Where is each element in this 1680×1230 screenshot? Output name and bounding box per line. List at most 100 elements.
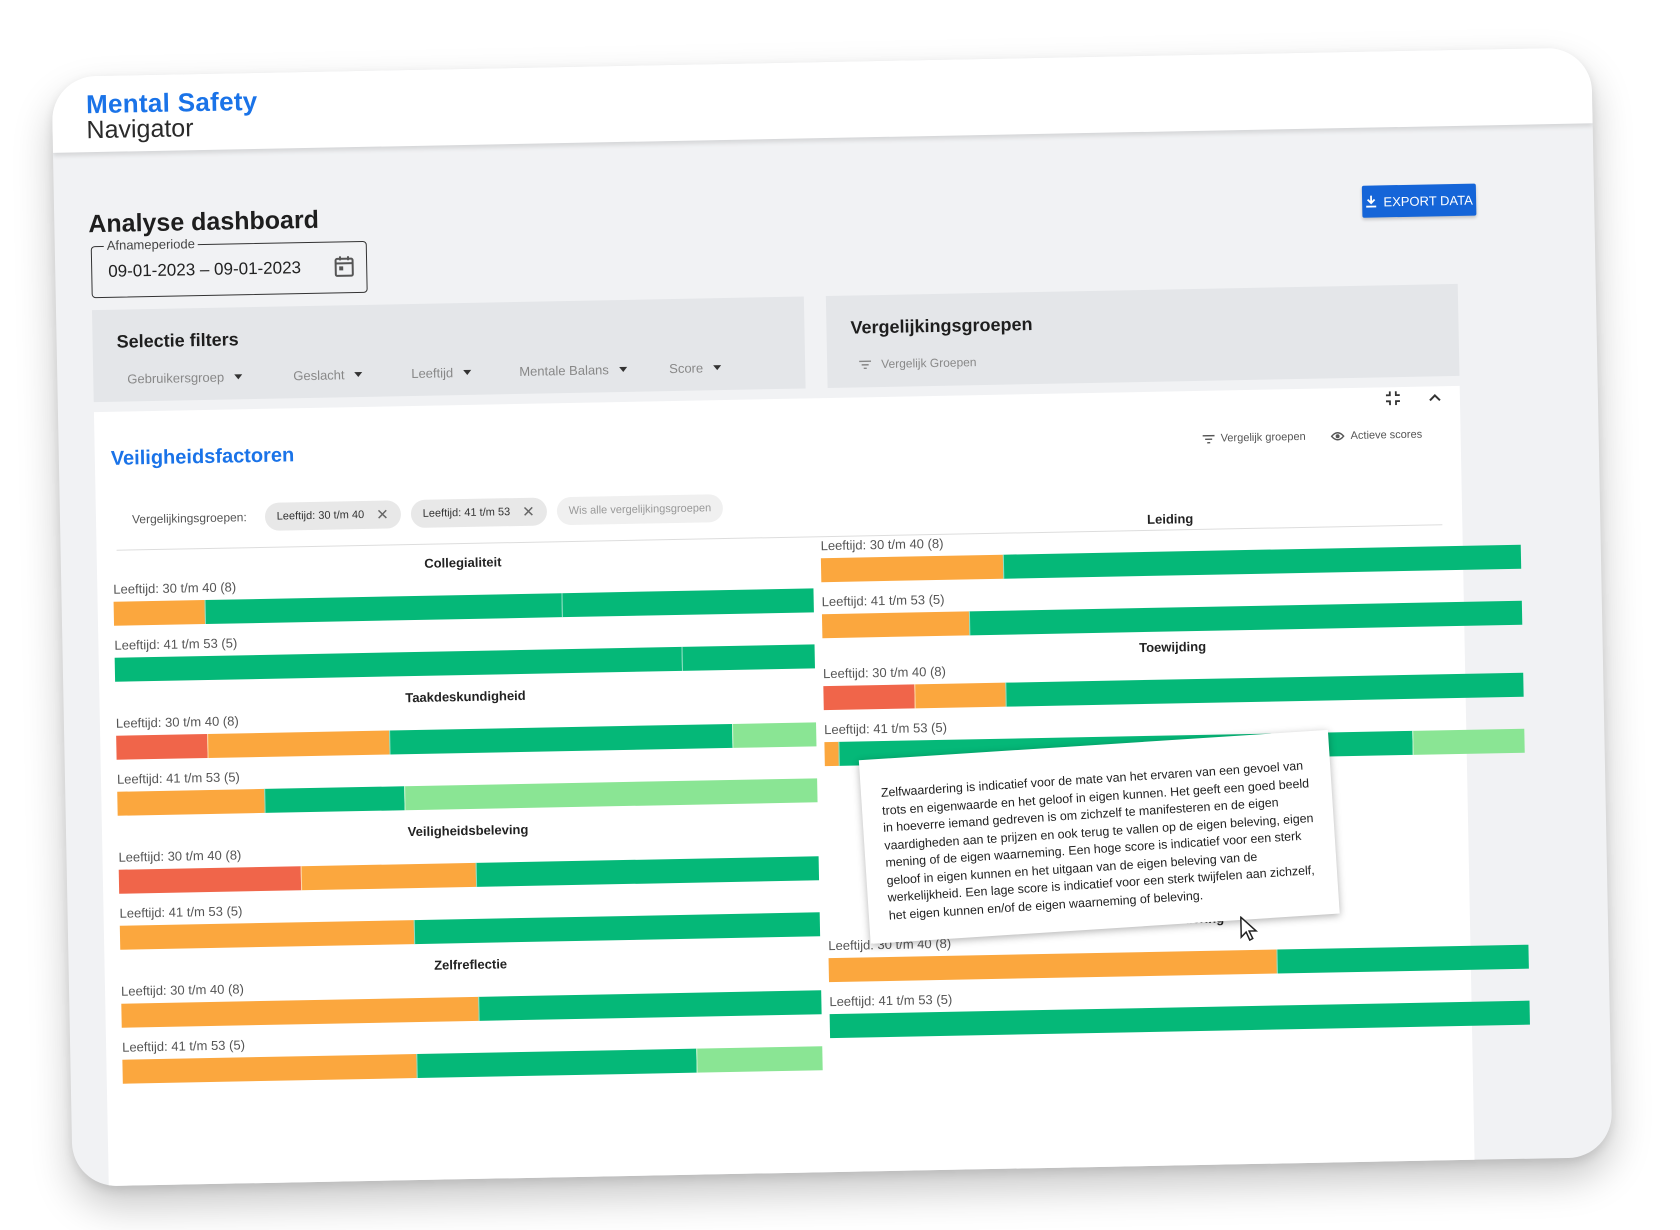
export-data-label: EXPORT DATA xyxy=(1383,192,1473,209)
clear-comparison-groups[interactable]: Wis alle vergelijkingsgroepen xyxy=(556,494,724,526)
bar-segment-red[interactable] xyxy=(116,734,208,760)
export-data-button[interactable]: EXPORT DATA xyxy=(1361,183,1477,218)
bar-label: Leeftijd: 41 t/m 53 (5) xyxy=(824,719,948,738)
compare-groups-label: Vergelijk Groepen xyxy=(881,355,977,372)
logo-subtitle[interactable]: Navigator xyxy=(86,114,194,145)
bar-segment-red[interactable] xyxy=(823,684,915,711)
bar-label: Leeftijd: 30 t/m 40 (8) xyxy=(120,981,245,999)
bar-label: Leeftijd: 30 t/m 40 (8) xyxy=(822,663,947,682)
chip-group-2[interactable]: Leeftijd: 41 t/m 53 ✕ xyxy=(410,497,548,529)
bar-segment-light-green[interactable] xyxy=(696,1046,823,1073)
filter-geslacht[interactable]: Geslacht xyxy=(293,367,363,383)
bar-segment-green[interactable] xyxy=(413,912,821,945)
bar-segment-green[interactable] xyxy=(204,593,562,625)
bar-segment-orange[interactable] xyxy=(121,996,479,1028)
close-icon[interactable]: ✕ xyxy=(376,505,389,523)
caret-down-icon xyxy=(463,369,472,376)
bar-label: Leeftijd: 41 t/m 53 (5) xyxy=(119,903,243,921)
filter-label: Leeftijd xyxy=(411,365,454,382)
filter-label: Geslacht xyxy=(293,367,345,384)
calendar-icon[interactable] xyxy=(334,255,354,277)
bar-segment-green[interactable] xyxy=(968,600,1523,636)
caret-down-icon xyxy=(234,374,243,380)
factor-tooltip: Zelfwaardering is indicatief voor de mat… xyxy=(858,729,1340,944)
bar-label: Leeftijd: 30 t/m 40 (8) xyxy=(118,847,242,865)
factor-chart: Collegialiteit Leeftijd: 30 t/m 40 (8) Lee… xyxy=(113,548,816,701)
bar-segment-orange[interactable] xyxy=(300,862,477,891)
factor-title[interactable]: Leiding xyxy=(820,505,1520,533)
filter-label: Gebruikersgroep xyxy=(127,369,225,387)
bar-label: Leeftijd: 41 t/m 53 (5) xyxy=(821,591,945,610)
page-title: Analyse dashboard xyxy=(88,205,320,239)
bar-segment-orange[interactable] xyxy=(828,949,1277,983)
bar-segment-green[interactable] xyxy=(416,1048,697,1079)
factor-chart: Taakdeskundigheid Leeftijd: 30 t/m 40 (8)… xyxy=(115,682,818,835)
bar-label: Leeftijd: 30 t/m 40 (8) xyxy=(115,713,239,731)
fullscreen-exit-icon[interactable] xyxy=(1385,391,1400,406)
bar-segment-light-green[interactable] xyxy=(404,778,818,811)
chevron-up-icon[interactable] xyxy=(1428,390,1442,404)
bar-segment-green[interactable] xyxy=(1002,544,1522,579)
close-icon[interactable]: ✕ xyxy=(522,503,535,521)
bar-segment-orange[interactable] xyxy=(207,730,390,759)
comparison-groups-title: Vergelijkingsgroepen xyxy=(850,314,1033,338)
caret-down-icon xyxy=(618,366,627,373)
bar-segment-green[interactable] xyxy=(681,644,815,671)
comparison-groups-panel: Vergelijkingsgroepen Vergelijk Groepen xyxy=(825,283,1460,389)
bar-segment-light-green[interactable] xyxy=(732,722,817,748)
filter-score[interactable]: Score xyxy=(669,360,722,376)
filter-mentale-balans[interactable]: Mentale Balans xyxy=(519,362,627,379)
bar-segment-green[interactable] xyxy=(1276,944,1529,974)
active-scores-label: Actieve scores xyxy=(1350,428,1423,443)
bar-label: Leeftijd: 30 t/m 40 (8) xyxy=(113,579,237,597)
bar-segment-green[interactable] xyxy=(475,856,820,887)
bar-label: Leeftijd: 41 t/m 53 (5) xyxy=(121,1037,246,1055)
bar-label: Leeftijd: 30 t/m 40 (8) xyxy=(820,535,944,554)
period-field[interactable]: Afnameperiode 09-01-2023 – 09-01-2023 xyxy=(90,236,368,299)
filter-leeftijd[interactable]: Leeftijd xyxy=(411,365,472,382)
chip-group-1[interactable]: Leeftijd: 30 t/m 40 ✕ xyxy=(264,500,401,531)
chip-label: Leeftijd: 30 t/m 40 xyxy=(276,508,365,523)
compare-groups-action-label: Vergelijk groepen xyxy=(1220,430,1306,445)
bar-segment-red[interactable] xyxy=(118,866,302,894)
factor-title[interactable]: Collegialiteit xyxy=(113,548,813,576)
period-value: 09-01-2023 – 09-01-2023 xyxy=(108,258,302,281)
bar-segment-orange[interactable] xyxy=(824,741,839,767)
bar-segment-green[interactable] xyxy=(389,723,733,755)
bar-segment-orange[interactable] xyxy=(117,788,265,816)
bar-segment-green[interactable] xyxy=(478,990,822,1021)
selection-filters-panel: Selectie filters Gebruikersgroep Geslach… xyxy=(91,296,806,403)
bar-label: Leeftijd: 41 t/m 53 (5) xyxy=(116,769,240,787)
comparison-chips: Vergelijkingsgroepen: Leeftijd: 30 t/m 4… xyxy=(132,494,724,533)
bar-segment-orange[interactable] xyxy=(122,1054,417,1084)
filter-icon xyxy=(1202,434,1215,443)
bar-segment-green[interactable] xyxy=(561,588,814,618)
bar-segment-orange[interactable] xyxy=(113,600,206,626)
caret-down-icon xyxy=(713,365,722,371)
bar-segment-green[interactable] xyxy=(114,646,683,682)
selection-filters-title: Selectie filters xyxy=(116,329,239,352)
eye-icon xyxy=(1330,432,1345,441)
compare-groups-link[interactable]: Vergelijk Groepen xyxy=(859,355,977,371)
mouse-cursor-icon xyxy=(1240,915,1259,942)
card-controls xyxy=(1385,390,1442,406)
bar-segment-orange[interactable] xyxy=(119,920,415,950)
period-label: Afnameperiode xyxy=(103,236,199,253)
filter-gebruikersgroep[interactable]: Gebruikersgroep xyxy=(127,369,243,387)
bar-segment-orange[interactable] xyxy=(821,611,970,639)
bar-segment-green[interactable] xyxy=(1005,672,1524,707)
bar-segment-green[interactable] xyxy=(264,786,405,813)
browser-frame: Mental Safety Navigator Analyse dashboar… xyxy=(51,47,1613,1187)
bar-label: Leeftijd: 41 t/m 53 (5) xyxy=(829,991,953,1010)
factor-chart: Veiligheidsbeleving Leeftijd: 30 t/m 40 (… xyxy=(118,816,821,969)
bar-segment-light-green[interactable] xyxy=(1412,728,1525,755)
caret-down-icon xyxy=(354,371,363,378)
filter-label: Mentale Balans xyxy=(519,362,609,379)
active-scores-action[interactable]: Actieve scores xyxy=(1330,428,1423,443)
factor-chart: Zelfreflectie Leeftijd: 30 t/m 40 (8) Leef… xyxy=(121,950,824,1103)
card-title: Veiligheidsfactoren xyxy=(110,444,295,470)
compare-groups-action[interactable]: Vergelijk groepen xyxy=(1202,430,1306,445)
bar-label: Leeftijd: 41 t/m 53 (5) xyxy=(114,635,238,653)
bar-segment-orange[interactable] xyxy=(914,682,1006,709)
bar-segment-orange[interactable] xyxy=(820,554,1004,583)
